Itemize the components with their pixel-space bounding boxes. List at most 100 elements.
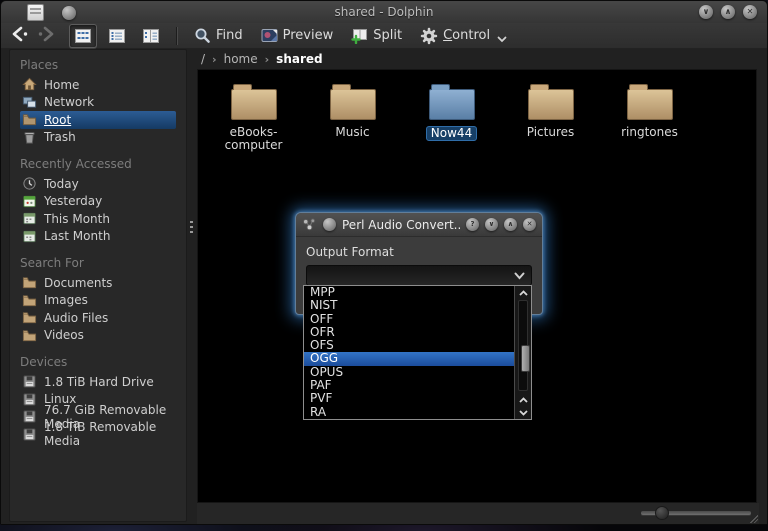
folder-item-music[interactable]: Music	[303, 82, 402, 152]
toolbar-separator	[176, 26, 177, 45]
scrollbar-track[interactable]	[518, 300, 530, 391]
sidebar-item-label: Root	[44, 112, 72, 127]
minimize-button[interactable]: ∨	[699, 5, 713, 19]
output-format-label: Output Format	[306, 245, 394, 259]
dialog-close-button[interactable]: ✕	[523, 218, 536, 231]
split-label: Split	[373, 28, 403, 43]
back-button[interactable]	[9, 26, 31, 46]
sidebar-item-trash[interactable]: Trash	[20, 129, 176, 147]
breadcrumb-root[interactable]: /	[201, 52, 205, 66]
sidebar-item-videos[interactable]: Videos	[20, 327, 176, 345]
drive-icon	[23, 428, 36, 441]
format-option[interactable]: NIST	[304, 298, 514, 312]
sidebar-item-network[interactable]: Network	[20, 94, 176, 112]
breadcrumb-separator-icon: ›	[264, 52, 270, 66]
sidebar-item-root[interactable]: Root	[20, 111, 176, 129]
folder-item-ebooks-computer[interactable]: eBooks-computer	[204, 82, 303, 152]
scrollbar-thumb[interactable]	[521, 345, 530, 372]
folder-label: ringtones	[621, 125, 678, 139]
preview-image-icon	[261, 29, 278, 42]
format-option[interactable]: OFF	[304, 312, 514, 326]
network-icon	[22, 96, 37, 108]
zoom-slider-handle[interactable]	[655, 506, 669, 520]
folder-icon	[22, 277, 37, 289]
sidebar-item-label: Documents	[44, 275, 113, 290]
control-button[interactable]: Control	[414, 25, 513, 47]
format-option-selected[interactable]: OGG	[304, 352, 514, 366]
preview-button[interactable]: Preview	[255, 26, 340, 45]
sidebar-item-label: Images	[44, 293, 88, 308]
sidebar-item-yesterday[interactable]: Yesterday	[20, 193, 176, 211]
format-option[interactable]: OFR	[304, 325, 514, 339]
chevron-down-icon	[518, 409, 528, 416]
scroll-up-button[interactable]	[515, 286, 531, 299]
breadcrumb-home[interactable]: home	[224, 52, 258, 66]
dropdown-scrollbar[interactable]	[514, 286, 531, 419]
calendar-icon	[23, 230, 36, 242]
folder-item-pictures[interactable]: Pictures	[501, 82, 600, 152]
control-label: Control	[443, 28, 491, 43]
dialog-help-button[interactable]: ?	[466, 218, 479, 231]
dialog-minimize-button[interactable]: ∨	[485, 218, 498, 231]
breadcrumb-current[interactable]: shared	[276, 52, 322, 66]
dialog-maximize-button[interactable]: ∧	[504, 218, 517, 231]
panel-splitter[interactable]	[187, 49, 197, 524]
dialog-title: Perl Audio Convert...	[342, 217, 460, 232]
sidebar-item-home[interactable]: Home	[20, 76, 176, 94]
format-option[interactable]: OFS	[304, 338, 514, 352]
folder-icon	[230, 84, 277, 120]
window-app-icon	[27, 4, 44, 21]
folder-icon	[626, 84, 673, 120]
window-menu-button[interactable]	[62, 5, 76, 20]
sidebar-item-hard-drive[interactable]: 1.8 TiB Hard Drive	[20, 373, 176, 391]
format-option[interactable]: OPUS	[304, 365, 514, 379]
trash-icon	[24, 131, 35, 144]
folder-item-ringtones[interactable]: ringtones	[600, 82, 699, 152]
format-option[interactable]: PVF	[304, 392, 514, 406]
sidebar-item-label: This Month	[44, 211, 110, 226]
split-button[interactable]: Split	[345, 26, 408, 46]
splitter-grip-icon	[190, 221, 193, 235]
view-details-button[interactable]	[103, 24, 131, 48]
title-bar[interactable]: shared - Dolphin ∨ ∧ ✕	[1, 1, 767, 23]
sidebar-item-documents[interactable]: Documents	[20, 274, 176, 292]
window-title: shared - Dolphin	[334, 5, 434, 19]
chevron-up-icon	[518, 289, 528, 296]
sidebar-item-images[interactable]: Images	[20, 292, 176, 310]
format-option[interactable]: MPP	[304, 285, 514, 299]
drive-icon	[23, 375, 36, 388]
dialog-title-bar[interactable]: Perl Audio Convert... ? ∨ ∧ ✕	[296, 213, 542, 237]
sidebar-item-label: Audio Files	[44, 310, 109, 325]
close-button[interactable]: ✕	[743, 5, 757, 19]
details-view-icon	[109, 28, 125, 43]
sidebar-item-audio-files[interactable]: Audio Files	[20, 309, 176, 327]
breadcrumb: / › home › shared	[197, 49, 757, 69]
format-option[interactable]: RA	[304, 405, 514, 419]
format-dropdown-list: MPP NIST OFF OFR OFS OGG OPUS PAF PVF RA	[303, 285, 532, 420]
sidebar-item-last-month[interactable]: Last Month	[20, 228, 176, 246]
zoom-slider[interactable]	[641, 506, 751, 520]
scroll-down-button[interactable]	[515, 406, 531, 419]
places-panel: Places Home Network Root Trash Recently …	[9, 49, 187, 522]
find-button[interactable]: Find	[188, 25, 249, 46]
calendar-green-icon	[23, 195, 36, 207]
sidebar-item-label: Network	[44, 95, 95, 110]
sidebar-item-label: Yesterday	[44, 194, 103, 209]
sidebar-item-removable-media-2[interactable]: 1.8 TiB Removable Media	[20, 420, 176, 448]
chevron-down-icon	[497, 36, 507, 43]
folder-item-now44[interactable]: Now44	[402, 82, 501, 152]
maximize-button[interactable]: ∧	[721, 5, 735, 19]
forward-button[interactable]	[35, 26, 57, 46]
view-icons-button[interactable]	[69, 23, 97, 48]
dialog-menu-button[interactable]	[323, 218, 336, 231]
resize-grip-icon[interactable]	[750, 515, 758, 523]
sidebar-item-this-month[interactable]: This Month	[20, 210, 176, 228]
scroll-up-button-2[interactable]	[515, 393, 531, 406]
sidebar-item-today[interactable]: Today	[20, 175, 176, 193]
view-columns-button[interactable]	[137, 24, 165, 48]
pacpl-app-icon	[303, 218, 316, 231]
folder-label: Music	[335, 125, 370, 139]
output-format-combobox[interactable]	[306, 265, 532, 286]
folder-icon	[527, 84, 574, 120]
format-option[interactable]: PAF	[304, 378, 514, 392]
